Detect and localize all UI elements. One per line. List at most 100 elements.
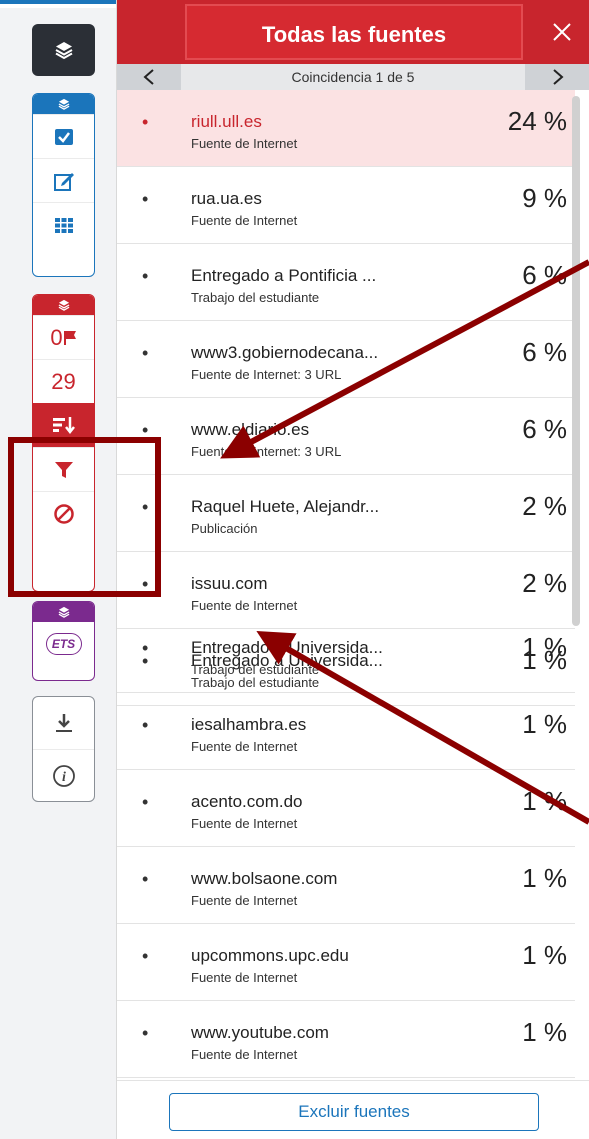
source-type: Fuente de Internet — [191, 970, 298, 985]
source-percent: 1 % — [522, 632, 567, 662]
source-name: www3.gobiernodecana... — [191, 343, 379, 362]
source-name: www.eldiario.es — [191, 420, 310, 439]
chevron-right-icon — [553, 69, 564, 85]
scrollbar[interactable] — [572, 96, 580, 626]
source-type: Fuente de Internet — [191, 739, 298, 754]
source-percent: 1 % — [522, 863, 567, 893]
red-group-layers-icon — [33, 295, 94, 315]
flag-icon — [63, 330, 76, 345]
source-row[interactable]: • www.eldiario.es Fuente de Internet: 3 … — [117, 398, 575, 475]
prev-match-button[interactable] — [117, 64, 181, 90]
source-row[interactable]: • riull.ull.es Fuente de Internet 24 % — [117, 90, 575, 167]
source-name: Entregado a Universida... — [191, 638, 383, 657]
source-name: issuu.com — [191, 574, 268, 593]
checkbox-icon — [54, 128, 73, 145]
bullet: • — [142, 715, 149, 735]
source-row[interactable]: • www.youtube.com Fuente de Internet 1 % — [117, 1001, 575, 1078]
sources-list-tail: • iesalhambra.es Fuente de Internet 1 % … — [117, 693, 589, 1080]
source-percent: 6 % — [522, 260, 567, 290]
source-percent: 1 % — [522, 709, 567, 739]
source-type: Fuente de Internet — [191, 893, 298, 908]
grid-icon — [54, 217, 73, 233]
bullet: • — [142, 792, 149, 812]
title-box: Todas las fuentes — [185, 4, 523, 60]
bullet: • — [142, 638, 149, 658]
chevron-left-icon — [143, 69, 154, 85]
edit-button[interactable] — [33, 158, 94, 202]
source-name: riull.ull.es — [191, 112, 262, 131]
source-row[interactable]: • Raquel Huete, Alejandr... Publicación … — [117, 475, 575, 552]
info-icon: i — [52, 764, 75, 787]
next-match-button[interactable] — [526, 64, 589, 90]
panel-footer: Excluir fuentes — [117, 1080, 589, 1139]
purple-group-layers-icon — [33, 602, 94, 622]
annotation-highlight-box — [8, 437, 161, 597]
gray-tool-group: i — [32, 696, 95, 802]
bullet: • — [142, 266, 149, 286]
source-name: upcommons.upc.edu — [191, 946, 349, 965]
bullet: • — [142, 112, 149, 132]
sort-icon — [52, 417, 75, 435]
bullet: • — [142, 1023, 149, 1043]
source-row[interactable]: • upcommons.upc.edu Fuente de Internet 1… — [117, 924, 575, 1001]
ets-button[interactable]: ETS — [33, 622, 94, 666]
source-type: Fuente de Internet — [191, 213, 298, 228]
source-type: Fuente de Internet: 3 URL — [191, 444, 342, 459]
source-name: rua.ua.es — [191, 189, 262, 208]
flags-button[interactable]: 0 — [33, 315, 94, 359]
sources-panel: Todas las fuentes Coincidencia 1 de 5 • … — [116, 0, 589, 1139]
svg-text:i: i — [62, 770, 66, 785]
exclude-sources-button[interactable]: Excluir fuentes — [169, 1093, 539, 1131]
source-type: Fuente de Internet — [191, 136, 298, 151]
source-percent: 6 % — [522, 414, 567, 444]
source-type: Trabajo del estudiante — [191, 662, 320, 677]
source-name: www.youtube.com — [191, 1023, 329, 1042]
source-row[interactable]: • iesalhambra.es Fuente de Internet 1 % — [117, 693, 575, 770]
page-title: Todas las fuentes — [261, 22, 447, 47]
source-row[interactable]: • Entregado a Pontificia ... Trabajo del… — [117, 244, 575, 321]
similarity-score: 29 — [51, 368, 76, 394]
source-percent: 2 % — [522, 568, 567, 598]
similarity-score-button[interactable]: 29 — [33, 359, 94, 403]
source-row[interactable]: • Entregado a Universida... Trabajo del … — [117, 616, 575, 693]
panel-header: Todas las fuentes — [117, 0, 589, 64]
bullet: • — [142, 869, 149, 889]
download-icon — [55, 714, 72, 732]
source-percent: 6 % — [522, 337, 567, 367]
source-type: Fuente de Internet — [191, 598, 298, 613]
source-percent: 9 % — [522, 183, 567, 213]
source-percent: 1 % — [522, 940, 567, 970]
source-name: Entregado a Pontificia ... — [191, 266, 377, 285]
source-row[interactable]: • www.bolsaone.com Fuente de Internet 1 … — [117, 847, 575, 924]
source-type: Publicación — [191, 521, 258, 536]
bullet: • — [142, 343, 149, 363]
layers-button[interactable] — [32, 24, 95, 76]
source-percent: 1 % — [522, 786, 567, 816]
source-type: Fuente de Internet — [191, 816, 298, 831]
source-percent: 2 % — [522, 491, 567, 521]
purple-tool-group: ETS — [32, 601, 95, 681]
flag-count: 0 — [50, 324, 63, 350]
bullet: • — [142, 189, 149, 209]
source-type: Fuente de Internet — [191, 1047, 298, 1062]
grid-button[interactable] — [33, 202, 94, 246]
source-row[interactable]: • acento.com.do Fuente de Internet 1 % — [117, 770, 575, 847]
source-name: iesalhambra.es — [191, 715, 307, 734]
source-name: Raquel Huete, Alejandr... — [191, 497, 380, 516]
close-icon — [553, 23, 571, 41]
checkbox-button[interactable] — [33, 114, 94, 158]
match-counter: Coincidencia 1 de 5 — [181, 64, 525, 90]
ets-logo: ETS — [45, 633, 82, 655]
blue-group-layers-icon — [33, 94, 94, 114]
source-percent: 24 % — [507, 106, 567, 136]
close-button[interactable] — [534, 0, 589, 64]
info-button[interactable]: i — [33, 749, 94, 801]
edit-icon — [53, 172, 74, 191]
source-row[interactable]: • rua.ua.es Fuente de Internet 9 % — [117, 167, 575, 244]
download-button[interactable] — [33, 697, 94, 749]
match-navigation: Coincidencia 1 de 5 — [117, 64, 589, 90]
source-row[interactable]: • www3.gobiernodecana... Fuente de Inter… — [117, 321, 575, 398]
blue-tool-group — [32, 93, 95, 277]
bullet: • — [142, 946, 149, 966]
toolbar-top-accent — [0, 0, 116, 8]
